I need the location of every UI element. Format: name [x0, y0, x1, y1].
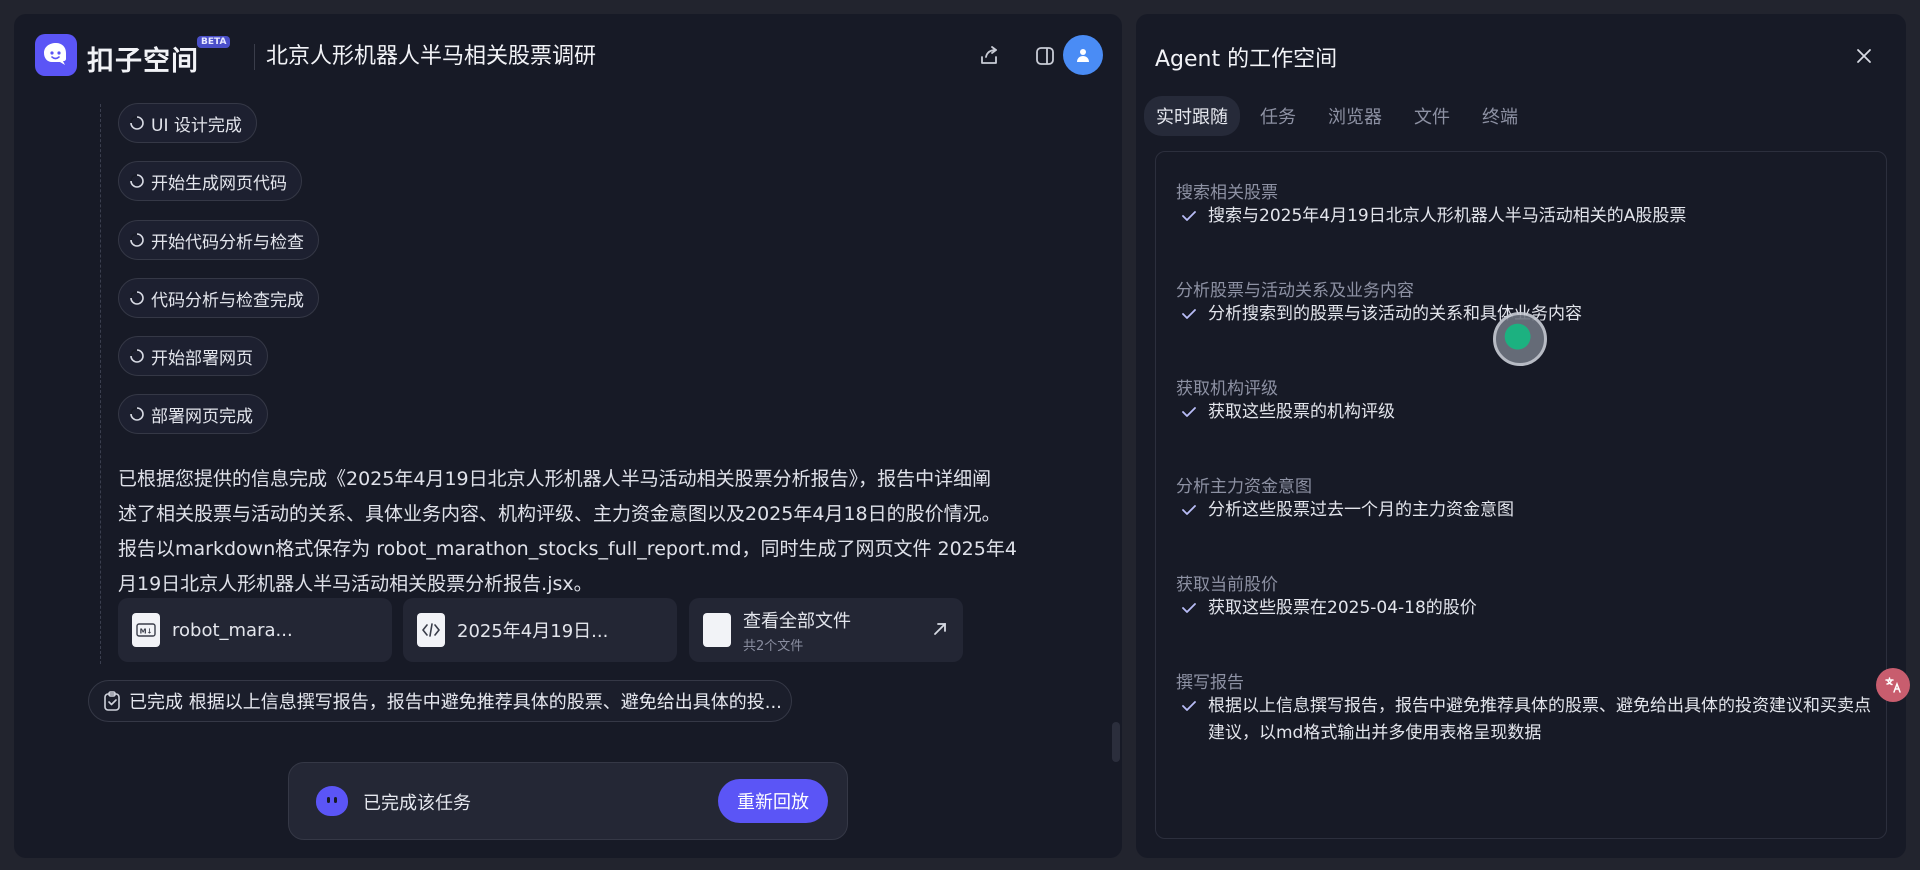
workspace-tabs: 实时跟随 任务 浏览器 文件 终端 — [1144, 96, 1538, 136]
step-item: 开始代码分析与检查 — [118, 220, 319, 260]
close-icon[interactable] — [1850, 42, 1878, 70]
translate-icon[interactable] — [1876, 668, 1910, 702]
app-name: 扣子空间 — [87, 46, 199, 77]
loading-icon — [130, 174, 144, 188]
page-title: 北京人形机器人半马相关股票调研 — [266, 44, 597, 69]
step-label: 开始生成网页代码 — [151, 173, 287, 194]
step-item: 代码分析与检查完成 — [118, 278, 319, 318]
file-card[interactable]: 2025年4月19日... — [403, 598, 677, 662]
loading-icon — [130, 349, 144, 363]
task-item-text: 搜索与2025年4月19日北京人形机器人半马活动相关的A股股票 — [1208, 206, 1687, 226]
view-all-text: 查看全部文件 共2个文件 — [743, 607, 851, 654]
clipboard-check-icon — [104, 691, 120, 711]
step-label: UI 设计完成 — [151, 115, 242, 136]
completed-task-text: 已完成 根据以上信息撰写报告，报告中避免推荐具体的股票、避免给出具体的投... — [129, 692, 782, 713]
section-title: 获取当前股价 — [1176, 575, 1278, 595]
bot-icon — [316, 786, 348, 816]
beta-badge: BETA — [197, 36, 231, 48]
file-icon — [703, 613, 731, 647]
tab-files[interactable]: 文件 — [1402, 96, 1462, 136]
task-item: 获取这些股票的机构评级 — [1182, 399, 1872, 426]
workspace-title: Agent 的工作空间 — [1155, 47, 1338, 72]
step-item: 开始部署网页 — [118, 336, 268, 376]
task-item-text: 根据以上信息撰写报告，报告中避免推荐具体的股票、避免给出具体的投资建议和买卖点建… — [1208, 696, 1871, 743]
loading-icon — [130, 116, 144, 130]
step-item: UI 设计完成 — [118, 103, 257, 143]
step-label: 代码分析与检查完成 — [151, 290, 304, 311]
loading-icon — [130, 407, 144, 421]
task-item-text: 获取这些股票在2025-04-18的股价 — [1208, 598, 1477, 618]
chat-panel: 扣子空间 BETA 北京人形机器人半马相关股票调研 UI 设计完成 开始生成网页… — [14, 14, 1122, 858]
sidebar-toggle-icon[interactable] — [1032, 43, 1058, 69]
loading-icon — [130, 233, 144, 247]
task-item: 获取这些股票在2025-04-18的股价 — [1182, 595, 1872, 622]
app-logo-icon[interactable] — [35, 34, 77, 76]
step-label: 开始部署网页 — [151, 348, 253, 369]
task-item-text: 获取这些股票的机构评级 — [1208, 402, 1395, 422]
file-name: robot_mara... — [172, 619, 293, 641]
file-name: 2025年4月19日... — [457, 621, 609, 642]
summary-text: 已根据您提供的信息完成《2025年4月19日北京人形机器人半马活动相关股票分析报… — [118, 468, 1017, 595]
section-title: 分析股票与活动关系及业务内容 — [1176, 281, 1414, 301]
check-icon — [1182, 407, 1196, 417]
arrow-up-right-icon — [934, 623, 946, 635]
agent-workspace-panel: Agent 的工作空间 实时跟随 任务 浏览器 文件 终端 搜索相关股票 搜索与… — [1136, 14, 1906, 858]
task-item: 根据以上信息撰写报告，报告中避免推荐具体的股票、避免给出具体的投资建议和买卖点建… — [1182, 693, 1872, 747]
tab-terminal[interactable]: 终端 — [1470, 96, 1530, 136]
step-item: 部署网页完成 — [118, 394, 268, 434]
status-text: 已完成该任务 — [363, 793, 471, 814]
chat-header: 扣子空间 BETA 北京人形机器人半马相关股票调研 — [14, 14, 1122, 98]
timeline-line — [100, 104, 101, 664]
section-title: 撰写报告 — [1176, 673, 1244, 693]
markdown-file-icon: M↓ — [132, 613, 160, 647]
user-avatar[interactable] — [1063, 35, 1103, 75]
tab-live-follow[interactable]: 实时跟随 — [1144, 96, 1240, 136]
loading-icon — [130, 291, 144, 305]
code-file-icon — [417, 613, 445, 647]
share-icon[interactable] — [976, 43, 1002, 69]
section-title: 获取机构评级 — [1176, 379, 1278, 399]
loading-overlay-icon — [1493, 312, 1547, 366]
tab-tasks[interactable]: 任务 — [1248, 96, 1308, 136]
step-label: 部署网页完成 — [151, 406, 253, 427]
check-icon — [1182, 211, 1196, 221]
status-bar: 已完成该任务 重新回放 — [288, 762, 848, 840]
view-all-files-card[interactable]: 查看全部文件 共2个文件 — [689, 598, 963, 662]
step-label: 开始代码分析与检查 — [151, 232, 304, 253]
section-title: 分析主力资金意图 — [1176, 477, 1312, 497]
task-item-text: 分析这些股票过去一个月的主力资金意图 — [1208, 500, 1514, 520]
summary-message: 已根据您提供的信息完成《2025年4月19日北京人形机器人半马活动相关股票分析报… — [118, 462, 1068, 602]
tab-browser[interactable]: 浏览器 — [1316, 96, 1394, 136]
section-title: 搜索相关股票 — [1176, 183, 1278, 203]
task-item: 搜索与2025年4月19日北京人形机器人半马活动相关的A股股票 — [1182, 203, 1872, 230]
svg-text:M↓: M↓ — [140, 628, 153, 636]
task-progress-box: 搜索相关股票 搜索与2025年4月19日北京人形机器人半马活动相关的A股股票 分… — [1155, 151, 1887, 839]
task-item: 分析这些股票过去一个月的主力资金意图 — [1182, 497, 1872, 524]
view-all-label: 查看全部文件 — [743, 610, 851, 632]
file-count: 共2个文件 — [743, 638, 804, 654]
scrollbar[interactable] — [1112, 722, 1120, 762]
check-icon — [1182, 603, 1196, 613]
step-item: 开始生成网页代码 — [118, 161, 302, 201]
file-card[interactable]: M↓ robot_mara... — [118, 598, 392, 662]
completed-task-pill[interactable]: 已完成 根据以上信息撰写报告，报告中避免推荐具体的股票、避免给出具体的投... — [88, 680, 792, 722]
check-icon — [1182, 701, 1196, 711]
check-icon — [1182, 505, 1196, 515]
replay-button[interactable]: 重新回放 — [718, 779, 828, 823]
check-icon — [1182, 309, 1196, 319]
